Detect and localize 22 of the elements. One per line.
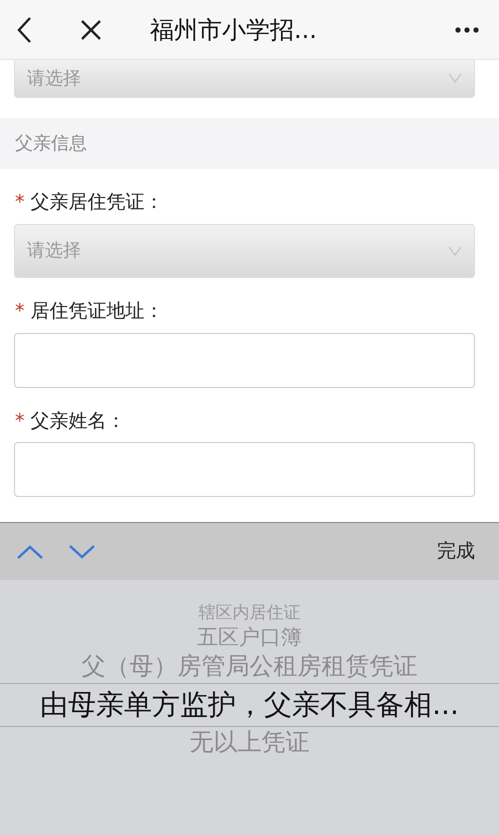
picker-option[interactable]: 辖区内居住证 <box>0 602 499 624</box>
field-label: * 父亲居住凭证： <box>14 190 164 215</box>
section-header: 父亲信息 <box>0 118 499 169</box>
input-field[interactable] <box>14 332 475 388</box>
input-field[interactable] <box>14 442 475 498</box>
page-title: 福州市小学招... <box>150 16 317 44</box>
next-icon[interactable] <box>68 544 96 560</box>
select-field[interactable]: 请选择 <box>14 60 475 98</box>
field-label: * 父亲姓名： <box>14 408 126 434</box>
field-label: * 居住凭证地址： <box>14 298 164 324</box>
dropdown-icon <box>448 246 462 256</box>
dropdown-icon <box>448 73 462 83</box>
picker-option[interactable]: 无以上凭证 <box>0 726 499 758</box>
picker-option[interactable]: 由母亲单方监护，父亲不具备相... <box>0 682 499 727</box>
picker-option[interactable]: 父（母）房管局公租房租赁凭证 <box>0 651 499 683</box>
back-icon[interactable] <box>16 16 32 44</box>
done-button[interactable]: 完成 <box>437 533 475 570</box>
select-field[interactable]: 请选择 <box>14 224 475 278</box>
picker-option[interactable]: 五区户口簿 <box>0 624 499 652</box>
close-icon[interactable] <box>80 18 102 40</box>
previous-icon[interactable] <box>16 544 44 560</box>
more-icon[interactable] <box>455 26 479 32</box>
